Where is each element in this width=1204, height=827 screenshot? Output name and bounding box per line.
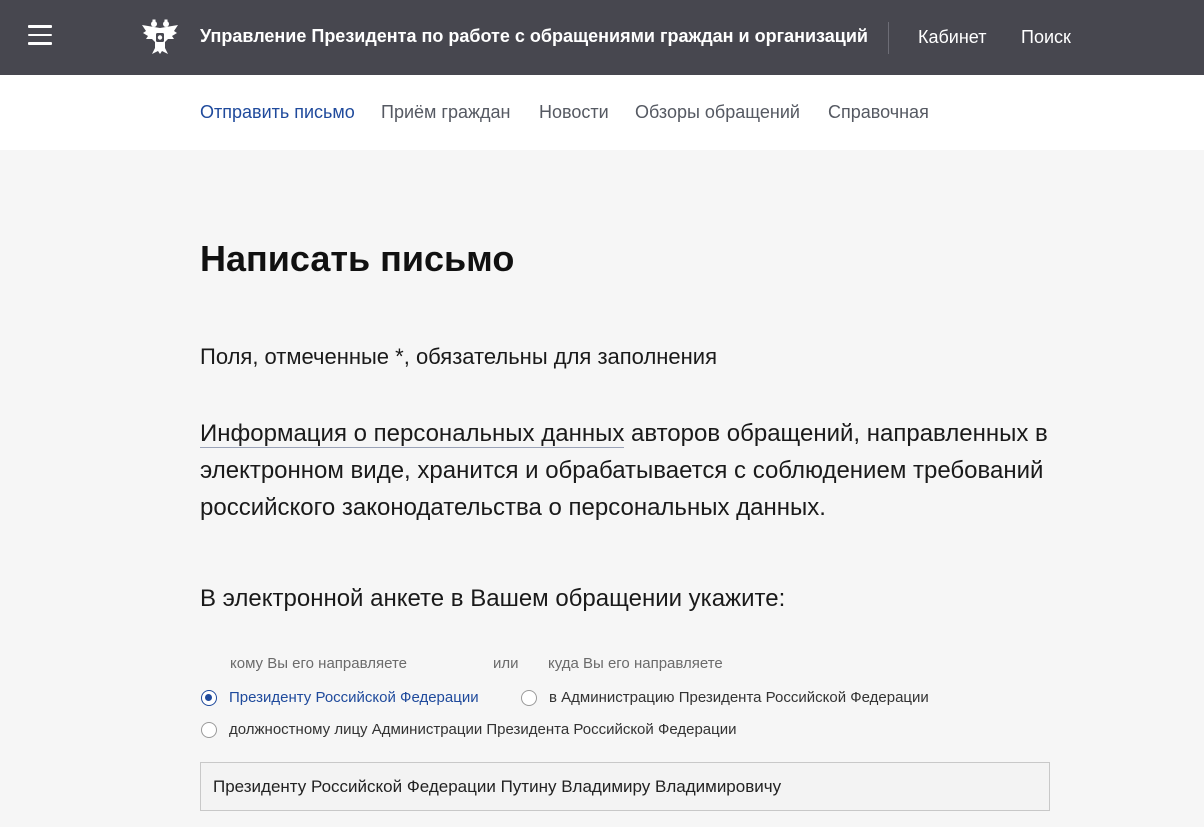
double-headed-eagle-emblem-icon[interactable] xyxy=(140,18,180,56)
nav-news[interactable]: Новости xyxy=(539,102,609,123)
section-nav: Отправить письмо Приём граждан Новости О… xyxy=(0,75,1204,150)
nav-citizen-reception[interactable]: Приём граждан xyxy=(381,102,510,123)
hint-where: куда Вы его направляете xyxy=(548,655,723,672)
page-title: Написать письмо xyxy=(200,238,515,279)
personal-data-info: Информация о персональных данных авторов… xyxy=(200,415,1060,526)
hamburger-menu-icon[interactable] xyxy=(28,25,52,49)
radio-president[interactable]: Президенту Российской Федерации xyxy=(201,689,479,706)
nav-reference[interactable]: Справочная xyxy=(828,102,929,123)
radio-president-circle[interactable] xyxy=(201,689,217,706)
radio-administration-label[interactable]: в Администрацию Президента Российской Фе… xyxy=(549,689,929,706)
radio-official[interactable]: должностному лицу Администрации Президен… xyxy=(201,721,737,738)
form-heading: В электронной анкете в Вашем обращении у… xyxy=(200,585,786,612)
nav-appeals-reviews[interactable]: Обзоры обращений xyxy=(635,102,800,123)
radio-official-circle[interactable] xyxy=(201,721,217,738)
cabinet-link[interactable]: Кабинет xyxy=(918,27,986,48)
hint-whom: кому Вы его направляете xyxy=(230,655,407,672)
radio-president-label[interactable]: Президенту Российской Федерации xyxy=(229,689,479,706)
required-fields-note: Поля, отмеченные *, обязательны для запо… xyxy=(200,344,718,369)
nav-send-letter[interactable]: Отправить письмо xyxy=(200,102,355,123)
radio-administration-circle[interactable] xyxy=(521,689,537,706)
hint-or: или xyxy=(493,655,519,672)
personal-data-link[interactable]: Информация о персональных данных xyxy=(200,420,625,448)
site-title[interactable]: Управление Президента по работе с обраще… xyxy=(200,26,868,47)
recipient-field[interactable] xyxy=(200,762,1050,811)
header-divider xyxy=(888,22,889,54)
top-bar: Управление Президента по работе с обраще… xyxy=(0,0,1204,75)
radio-official-label[interactable]: должностному лицу Администрации Президен… xyxy=(229,721,737,738)
search-link[interactable]: Поиск xyxy=(1021,27,1071,48)
radio-administration[interactable]: в Администрацию Президента Российской Фе… xyxy=(521,689,929,706)
